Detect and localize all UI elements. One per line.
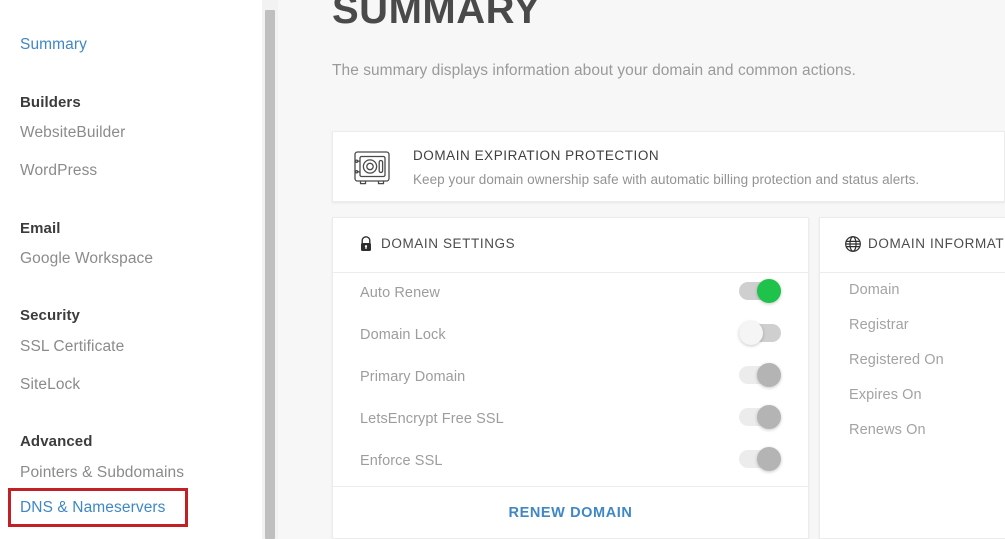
setting-label: Primary Domain (360, 369, 466, 385)
info-row-registrar: Registrar (820, 309, 1005, 344)
lock-icon (357, 235, 375, 253)
sidebar-item-google-workspace[interactable]: Google Workspace (20, 250, 153, 268)
page-subtitle: The summary displays information about y… (332, 62, 856, 79)
domain-information-card-header: DOMAIN INFORMATION (820, 218, 1005, 273)
sidebar-heading-advanced: Advanced (20, 433, 93, 450)
setting-label: Auto Renew (360, 285, 440, 301)
main-content: SUMMARY The summary displays information… (278, 0, 1005, 539)
toggle-knob (757, 363, 781, 387)
setting-label: Enforce SSL (360, 453, 443, 469)
globe-icon (844, 235, 862, 253)
setting-label: Domain Lock (360, 327, 446, 343)
info-label: Registered On (849, 352, 944, 368)
info-row-domain: Domain (820, 274, 1005, 309)
toggle-knob (739, 321, 763, 345)
toggle-domain-lock[interactable] (739, 321, 781, 345)
info-label: Registrar (849, 317, 909, 333)
domain-settings-card-header: DOMAIN SETTINGS (333, 218, 808, 273)
setting-row-letsencrypt-free-ssl: LetsEncrypt Free SSL (333, 400, 808, 442)
sidebar-scrollbar-thumb[interactable] (265, 10, 275, 539)
toggle-enforce-ssl[interactable] (739, 447, 781, 471)
info-row-expires-on: Expires On (820, 379, 1005, 414)
safe-vault-icon (349, 145, 395, 191)
sidebar-item-pointers-subdomains[interactable]: Pointers & Subdomains (20, 464, 184, 482)
toggle-knob (757, 447, 781, 471)
page-title: SUMMARY (332, 0, 541, 32)
toggle-auto-renew[interactable] (739, 279, 781, 303)
info-label: Domain (849, 282, 900, 298)
sidebar-item-dns-nameservers[interactable]: DNS & Nameservers (20, 499, 166, 517)
domain-information-card: DOMAIN INFORMATION Domain Registrar Regi… (819, 217, 1005, 539)
renew-domain-button[interactable]: RENEW DOMAIN (333, 487, 808, 539)
domain-settings-card: DOMAIN SETTINGS Auto Renew Domain Lock P… (332, 217, 809, 539)
setting-row-enforce-ssl: Enforce SSL (333, 442, 808, 484)
domain-settings-card-footer: RENEW DOMAIN (333, 486, 808, 538)
toggle-letsencrypt-free-ssl[interactable] (739, 405, 781, 429)
domain-information-title: DOMAIN INFORMATION (868, 236, 1005, 251)
sidebar-item-ssl-certificate[interactable]: SSL Certificate (20, 338, 124, 356)
sidebar-heading-builders: Builders (20, 94, 81, 111)
sidebar-item-summary[interactable]: Summary (20, 36, 87, 54)
info-row-renews-on: Renews On (820, 414, 1005, 449)
toggle-knob (757, 405, 781, 429)
setting-label: LetsEncrypt Free SSL (360, 411, 504, 427)
sidebar-heading-security: Security (20, 307, 80, 324)
sidebar-item-websitebuilder[interactable]: WebsiteBuilder (20, 124, 125, 142)
domain-settings-title: DOMAIN SETTINGS (381, 236, 516, 251)
toggle-primary-domain[interactable] (739, 363, 781, 387)
info-label: Expires On (849, 387, 922, 403)
domain-expiration-protection-banner[interactable]: DOMAIN EXPIRATION PROTECTION Keep your d… (332, 131, 1005, 202)
setting-row-domain-lock: Domain Lock (333, 316, 808, 358)
sidebar-item-sitelock[interactable]: SiteLock (20, 376, 80, 394)
info-row-registered-on: Registered On (820, 344, 1005, 379)
sidebar: Summary Builders WebsiteBuilder WordPres… (0, 0, 262, 539)
setting-row-primary-domain: Primary Domain (333, 358, 808, 400)
domain-settings-rows: Auto Renew Domain Lock Primary Domain Le… (333, 274, 808, 484)
setting-row-auto-renew: Auto Renew (333, 274, 808, 316)
sidebar-item-wordpress[interactable]: WordPress (20, 162, 97, 180)
info-label: Renews On (849, 422, 926, 438)
protection-banner-description: Keep your domain ownership safe with aut… (413, 172, 920, 187)
toggle-knob (757, 279, 781, 303)
protection-banner-title: DOMAIN EXPIRATION PROTECTION (413, 148, 660, 163)
sidebar-heading-email: Email (20, 220, 61, 237)
domain-information-rows: Domain Registrar Registered On Expires O… (820, 274, 1005, 449)
